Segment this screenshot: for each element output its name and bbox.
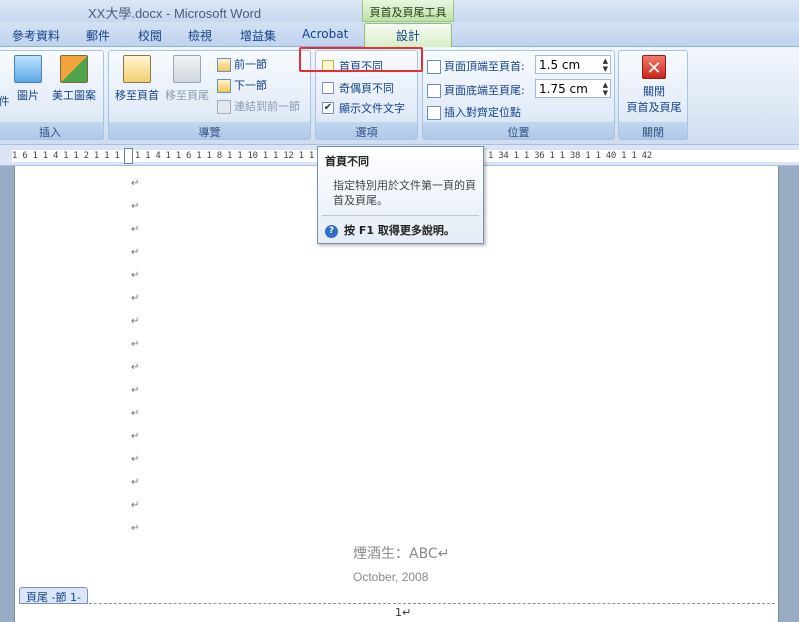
go-to-footer-icon [173, 55, 201, 83]
paragraph-mark[interactable]: ↵ [131, 362, 139, 373]
paragraph-mark[interactable]: ↵ [131, 431, 139, 442]
paragraph-mark[interactable]: ↵ [131, 293, 139, 304]
window-title: XX大學.docx - Microsoft Word [88, 6, 262, 21]
paragraph-mark[interactable]: ↵ [131, 224, 139, 235]
tab-acrobat[interactable]: Acrobat [302, 27, 348, 41]
different-odd-even-checkbox[interactable]: 奇偶頁不同 [322, 80, 394, 96]
show-document-text-checkbox[interactable]: ✔ 顯示文件文字 [322, 100, 405, 116]
tab-design[interactable]: 設計 [364, 23, 452, 48]
partial-insert-button[interactable]: 件 [0, 93, 11, 109]
paragraph-mark[interactable]: ↵ [131, 523, 139, 534]
header-from-top-label: 頁面頂端至頁首: [427, 58, 525, 74]
insert-group: 件 圖片 美工圖案 插入 [0, 50, 104, 140]
previous-section-button[interactable]: 前一節 [217, 56, 267, 72]
footer-from-bottom-spinner[interactable]: 1.75 cm ▲ ▼ [535, 79, 611, 98]
previous-section-icon [217, 58, 231, 72]
footer-text-line2[interactable]: October, 2008 [353, 570, 428, 584]
tooltip-help-text: 按 F1 取得更多說明。 [344, 224, 455, 237]
paragraph-mark[interactable]: ↵ [131, 408, 139, 419]
position-group-label: 位置 [423, 122, 614, 139]
clipart-button[interactable]: 美工圖案 [49, 55, 99, 103]
footer-position-icon [427, 84, 441, 98]
paragraph-mark[interactable]: ↵ [131, 247, 139, 258]
page-number: 1↵ [395, 606, 412, 619]
navigation-group: 移至頁首 移至頁尾 前一節 下一節 連結到前一節 導覽 [108, 50, 311, 140]
close-group: ✕ 關閉 頁首及頁尾 關閉 [618, 50, 688, 140]
context-tab-group-label: 頁首及頁尾工具 [362, 0, 454, 22]
footer-text-line1[interactable]: 煙酒生：ABC↵ [353, 543, 449, 563]
position-group: 頁面頂端至頁首: 1.5 cm ▲ ▼ 頁面底端至頁尾: 1.75 cm ▲ ▼ 插… [422, 50, 615, 140]
tooltip-separator [322, 215, 479, 216]
tab-addins[interactable]: 增益集 [240, 27, 276, 44]
clipart-icon [60, 55, 88, 83]
header-from-top-spinner[interactable]: 1.5 cm ▲ ▼ [535, 55, 611, 74]
spinner-arrows-icon[interactable]: ▲ ▼ [603, 57, 608, 73]
spinner-arrows-icon[interactable]: ▲ ▼ [603, 81, 608, 97]
paragraph-mark[interactable]: ↵ [131, 339, 139, 350]
alignment-tab-icon [427, 106, 441, 120]
close-icon: ✕ [642, 55, 666, 79]
go-to-header-button[interactable]: 移至頁首 [113, 55, 161, 103]
title-bar: XX大學.docx - Microsoft Word 頁首及頁尾工具 [0, 0, 799, 22]
tooltip-title: 首頁不同 [325, 155, 369, 168]
tab-view[interactable]: 檢視 [188, 27, 212, 44]
insert-alignment-tab-button[interactable]: 插入對齊定位點 [427, 104, 521, 120]
tooltip-help: ? 按 F1 取得更多說明。 [325, 222, 455, 238]
paragraph-mark[interactable]: ↵ [131, 477, 139, 488]
help-icon: ? [325, 224, 338, 238]
paragraph-mark[interactable]: ↵ [131, 201, 139, 212]
go-to-header-icon [123, 55, 151, 83]
footer-from-bottom-label: 頁面底端至頁尾: [427, 82, 525, 98]
link-to-previous-button[interactable]: 連結到前一節 [217, 98, 300, 114]
tab-mailings[interactable]: 郵件 [86, 27, 110, 44]
paragraph-mark[interactable]: ↵ [131, 270, 139, 281]
go-to-footer-button[interactable]: 移至頁尾 [163, 55, 211, 103]
show-document-text-box[interactable]: ✔ [322, 102, 334, 114]
paragraph-mark[interactable]: ↵ [131, 500, 139, 511]
footer-section-label: 頁尾 -節 1- [19, 587, 88, 604]
picture-icon [14, 55, 42, 83]
next-section-button[interactable]: 下一節 [217, 77, 267, 93]
paragraph-mark[interactable]: ↵ [131, 454, 139, 465]
paragraph-mark[interactable]: ↵ [131, 385, 139, 396]
close-group-label: 關閉 [619, 122, 687, 139]
next-section-icon [217, 79, 231, 93]
tab-references[interactable]: 參考資料 [12, 27, 60, 44]
insert-group-label: 插入 [0, 122, 103, 139]
close-header-footer-button[interactable]: ✕ 關閉 頁首及頁尾 [621, 55, 687, 115]
footer-separator [19, 603, 775, 604]
navigation-group-label: 導覽 [109, 122, 310, 139]
picture-button[interactable]: 圖片 [11, 55, 45, 103]
tooltip-description: 指定特別用於文件第一頁的頁首及頁尾。 [333, 179, 476, 207]
highlight-rectangle [299, 47, 423, 72]
different-odd-even-box[interactable] [322, 82, 334, 94]
options-group-label: 選項 [316, 122, 417, 139]
header-position-icon [427, 60, 441, 74]
tooltip: 首頁不同 指定特別用於文件第一頁的頁首及頁尾。 ? 按 F1 取得更多說明。 [317, 146, 484, 244]
paragraph-mark[interactable]: ↵ [131, 316, 139, 327]
link-icon [217, 100, 231, 114]
indent-marker[interactable] [124, 148, 133, 164]
paragraph-mark[interactable]: ↵ [131, 178, 139, 189]
ribbon-tab-row: 參考資料 郵件 校閱 檢視 增益集 Acrobat 設計 [0, 22, 799, 48]
tab-review[interactable]: 校閱 [138, 27, 162, 44]
